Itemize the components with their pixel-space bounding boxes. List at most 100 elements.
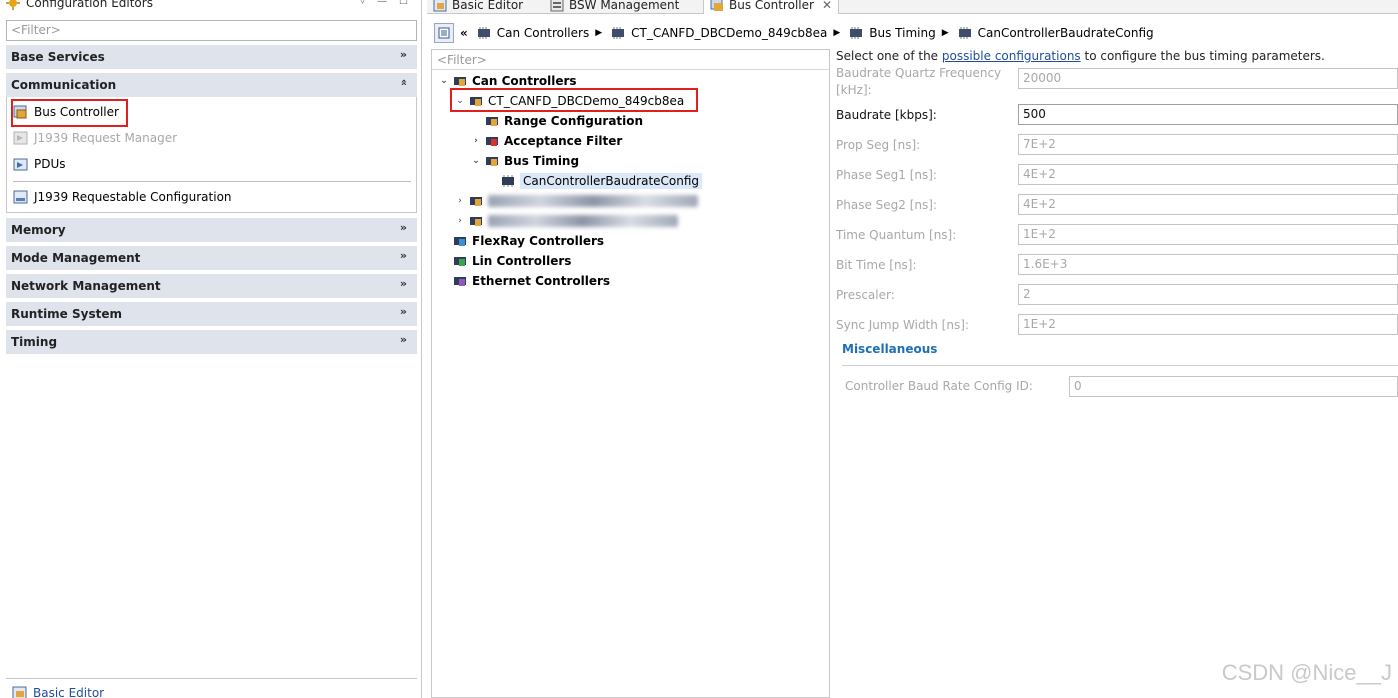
expanded-chevron-icon[interactable]: ⌄ bbox=[470, 156, 482, 166]
expand-chevron-icon[interactable]: » bbox=[400, 221, 407, 234]
editor-tabs: Basic Editor BSW Management Bus Controll… bbox=[427, 0, 1398, 14]
prescaler-field[interactable]: 2 bbox=[1018, 284, 1398, 305]
close-tab-icon[interactable]: ✕ bbox=[822, 0, 832, 12]
intro-text: Select one of the possible configuration… bbox=[836, 49, 1325, 63]
highlight-annotation bbox=[450, 88, 698, 112]
expand-chevron-icon[interactable]: » bbox=[400, 305, 407, 318]
section-mode-management[interactable]: Mode Management » bbox=[6, 246, 417, 270]
section-label: Base Services bbox=[11, 50, 105, 64]
breadcrumb-label: CT_CANFD_DBCDemo_849cb8ea bbox=[631, 26, 828, 40]
sync-jump-width-label: Sync Jump Width [ns]: bbox=[836, 318, 969, 332]
nav-item-label: PDUs bbox=[34, 157, 66, 171]
tab-label: Bus Controller bbox=[729, 0, 814, 12]
breadcrumb-label: CanControllerBaudrateConfig bbox=[977, 26, 1154, 40]
section-timing[interactable]: Timing » bbox=[6, 330, 417, 354]
breadcrumb-view-button[interactable] bbox=[434, 23, 454, 43]
prop-seg-label: Prop Seg [ns]: bbox=[836, 138, 921, 152]
section-label: Memory bbox=[11, 223, 66, 237]
bit-time-label: Bit Time [ns]: bbox=[836, 258, 917, 272]
panel-header: Configuration Editors ▿ — ☐ bbox=[0, 0, 422, 12]
editors-icon bbox=[6, 0, 20, 10]
tree-node-label: Lin Controllers bbox=[472, 254, 572, 268]
expand-chevron-icon[interactable]: » bbox=[400, 333, 407, 346]
bsw-management-icon bbox=[550, 0, 564, 12]
controller-icon bbox=[470, 197, 482, 206]
lin-controllers-icon bbox=[454, 257, 466, 266]
bit-time-field[interactable]: 1.6E+3 bbox=[1018, 254, 1398, 275]
nav-item-j1939-requestable-config[interactable]: J1939 Requestable Configuration bbox=[13, 189, 232, 205]
baud-rate-config-id-field[interactable]: 0 bbox=[1069, 376, 1398, 397]
tab-bus-controller[interactable]: Bus Controller ✕ bbox=[703, 0, 839, 14]
phase-seg1-field[interactable]: 4E+2 bbox=[1018, 164, 1398, 185]
sync-jump-width-field[interactable]: 1E+2 bbox=[1018, 314, 1398, 335]
baudrate-field[interactable]: 500 bbox=[1018, 104, 1398, 125]
nav-item-pdus[interactable]: PDUs bbox=[13, 156, 66, 172]
tree-node-lin-controllers[interactable]: Lin Controllers bbox=[452, 252, 571, 270]
breadcrumb-controller[interactable]: CT_CANFD_DBCDemo_849cb8ea bbox=[610, 26, 827, 40]
breadcrumb-can-controllers[interactable]: Can Controllers bbox=[476, 26, 589, 40]
expand-chevron-icon[interactable]: » bbox=[400, 277, 407, 290]
collapsed-chevron-icon[interactable]: › bbox=[454, 216, 466, 226]
section-network-management[interactable]: Network Management » bbox=[6, 274, 417, 298]
collapsed-chevron-icon[interactable]: › bbox=[454, 196, 466, 206]
collapse-chevron-icon[interactable]: » bbox=[397, 79, 410, 86]
list-view-icon bbox=[438, 27, 450, 39]
editors-filter-input[interactable]: <Filter> bbox=[6, 20, 417, 41]
bus-timing-icon bbox=[486, 157, 498, 166]
phase-seg2-field[interactable]: 4E+2 bbox=[1018, 194, 1398, 215]
minimize-icon[interactable]: — bbox=[377, 0, 387, 7]
time-quantum-field[interactable]: 1E+2 bbox=[1018, 224, 1398, 245]
basic-editor-label: Basic Editor bbox=[33, 686, 105, 698]
breadcrumb-back[interactable]: « bbox=[460, 26, 468, 40]
tree-node-ethernet-controllers[interactable]: Ethernet Controllers bbox=[452, 272, 610, 290]
tab-bsw-management[interactable]: BSW Management bbox=[544, 0, 685, 14]
quartz-frequency-label: Baudrate Quartz Frequency [kHz]: bbox=[836, 66, 1001, 97]
highlight-annotation bbox=[11, 99, 128, 127]
expand-chevron-icon[interactable]: » bbox=[400, 48, 407, 61]
tree-node-range-configuration[interactable]: Range Configuration bbox=[484, 112, 643, 130]
tree-node-baudrate-config[interactable]: CanControllerBaudrateConfig bbox=[500, 172, 703, 190]
controller-tree-panel: <Filter> ⌄ Can Controllers ⌄ CT_CANFD_DB… bbox=[431, 49, 830, 698]
tree-node-bus-timing[interactable]: ⌄ Bus Timing bbox=[470, 152, 579, 170]
section-label: Mode Management bbox=[11, 251, 141, 265]
intro-prefix: Select one of the bbox=[836, 49, 942, 63]
tree-node-redacted[interactable]: › bbox=[454, 212, 678, 230]
expanded-chevron-icon[interactable]: ⌄ bbox=[438, 76, 450, 86]
tree-filter-input[interactable]: <Filter> bbox=[432, 50, 829, 70]
collapsed-chevron-icon[interactable]: › bbox=[470, 136, 482, 146]
view-menu-icon[interactable]: ▿ bbox=[360, 0, 365, 7]
quartz-frequency-field[interactable]: 20000 bbox=[1018, 68, 1398, 89]
can-controllers-icon bbox=[454, 77, 466, 86]
baud-rate-config-id-label: Controller Baud Rate Config ID: bbox=[845, 379, 1033, 393]
breadcrumb-bus-timing[interactable]: Bus Timing bbox=[848, 26, 936, 40]
breadcrumb-baudrate-config[interactable]: CanControllerBaudrateConfig bbox=[957, 26, 1154, 40]
tree-node-flexray-controllers[interactable]: FlexRay Controllers bbox=[452, 232, 604, 250]
section-runtime-system[interactable]: Runtime System » bbox=[6, 302, 417, 326]
section-memory[interactable]: Memory » bbox=[6, 218, 417, 242]
phase-seg2-label: Phase Seg2 [ns]: bbox=[836, 198, 937, 212]
tree-node-redacted[interactable]: › bbox=[454, 192, 698, 210]
bus-timing-form: Select one of the possible configuration… bbox=[832, 47, 1398, 698]
nav-item-j1939-request-manager[interactable]: J1939 Request Manager bbox=[13, 130, 177, 146]
tree-node-label: FlexRay Controllers bbox=[472, 234, 605, 248]
section-base-services[interactable]: Base Services » bbox=[6, 45, 417, 69]
ethernet-controllers-icon bbox=[454, 277, 466, 286]
section-communication[interactable]: Communication » bbox=[6, 73, 417, 97]
divider bbox=[842, 365, 1398, 366]
watermark: CSDN @Nice__J bbox=[1221, 660, 1392, 685]
chip-icon bbox=[850, 27, 863, 39]
maximize-icon[interactable]: ☐ bbox=[399, 0, 408, 7]
basic-editor-link[interactable]: Basic Editor bbox=[12, 686, 104, 698]
expand-chevron-icon[interactable]: » bbox=[400, 249, 407, 262]
prop-seg-field[interactable]: 7E+2 bbox=[1018, 134, 1398, 155]
pdus-icon bbox=[13, 158, 28, 171]
tree-node-acceptance-filter[interactable]: › Acceptance Filter bbox=[470, 132, 622, 150]
j1939-requestable-config-icon bbox=[13, 190, 28, 204]
bus-controller-tab-icon bbox=[710, 0, 723, 11]
controller-icon bbox=[470, 217, 482, 226]
acceptance-filter-icon bbox=[486, 137, 498, 146]
tab-basic-editor[interactable]: Basic Editor bbox=[427, 0, 529, 14]
app-window: Configuration Editors ▿ — ☐ <Filter> Bas… bbox=[0, 0, 1398, 698]
chip-icon bbox=[477, 27, 490, 39]
possible-configurations-link[interactable]: possible configurations bbox=[942, 49, 1081, 63]
